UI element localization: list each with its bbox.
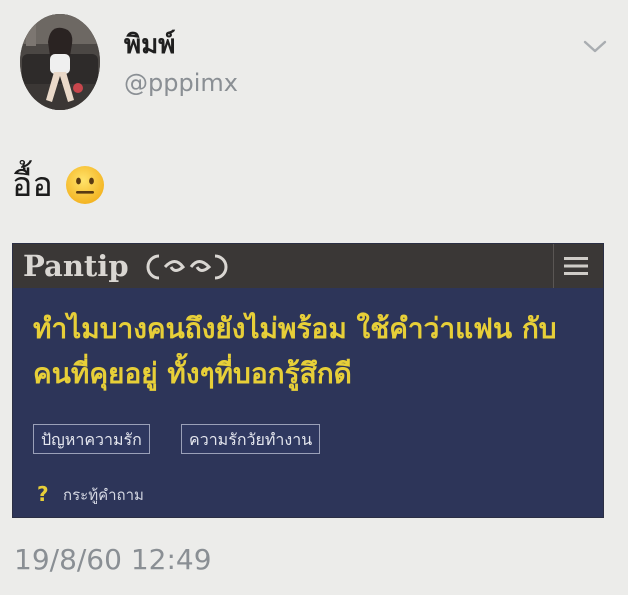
tweet-text-content: อื้อ	[12, 165, 53, 205]
card-header: Pantip	[13, 244, 603, 288]
question-mark-icon: ?	[37, 482, 49, 506]
chevron-down-icon[interactable]	[582, 36, 608, 56]
link-preview-card[interactable]: Pantip ทำไมบางคนถึงยังไม่พร้อม ใช้คำว่าแ…	[12, 243, 604, 518]
user-handle[interactable]: @pppimx	[124, 68, 238, 98]
tweet-timestamp: 19/8/60 12:49	[14, 543, 212, 576]
pantip-brand: Pantip	[23, 249, 129, 283]
topic-type-label: กระทู้คำถาม	[63, 486, 144, 504]
tag-working-age-love[interactable]: ความรักวัยทำงาน	[181, 424, 321, 454]
header-divider	[553, 244, 554, 288]
tag-love-problems[interactable]: ปัญหาความรัก	[33, 424, 150, 454]
pantip-logo-icon	[146, 254, 228, 280]
hamburger-menu-icon[interactable]	[558, 252, 594, 280]
avatar[interactable]	[20, 14, 100, 110]
topic-title[interactable]: ทำไมบางคนถึงยังไม่พร้อม ใช้คำว่าแฟน กับค…	[33, 306, 593, 396]
display-name[interactable]: พิมพ์	[124, 28, 175, 62]
avatar-photo	[20, 14, 100, 110]
tweet-text: อื้อ	[12, 160, 105, 210]
neutral-face-emoji-icon	[65, 165, 105, 205]
tweet-card: พิมพ์ @pppimx อื้อ Pantip ทำไมบางคนถึงยั…	[0, 0, 628, 595]
